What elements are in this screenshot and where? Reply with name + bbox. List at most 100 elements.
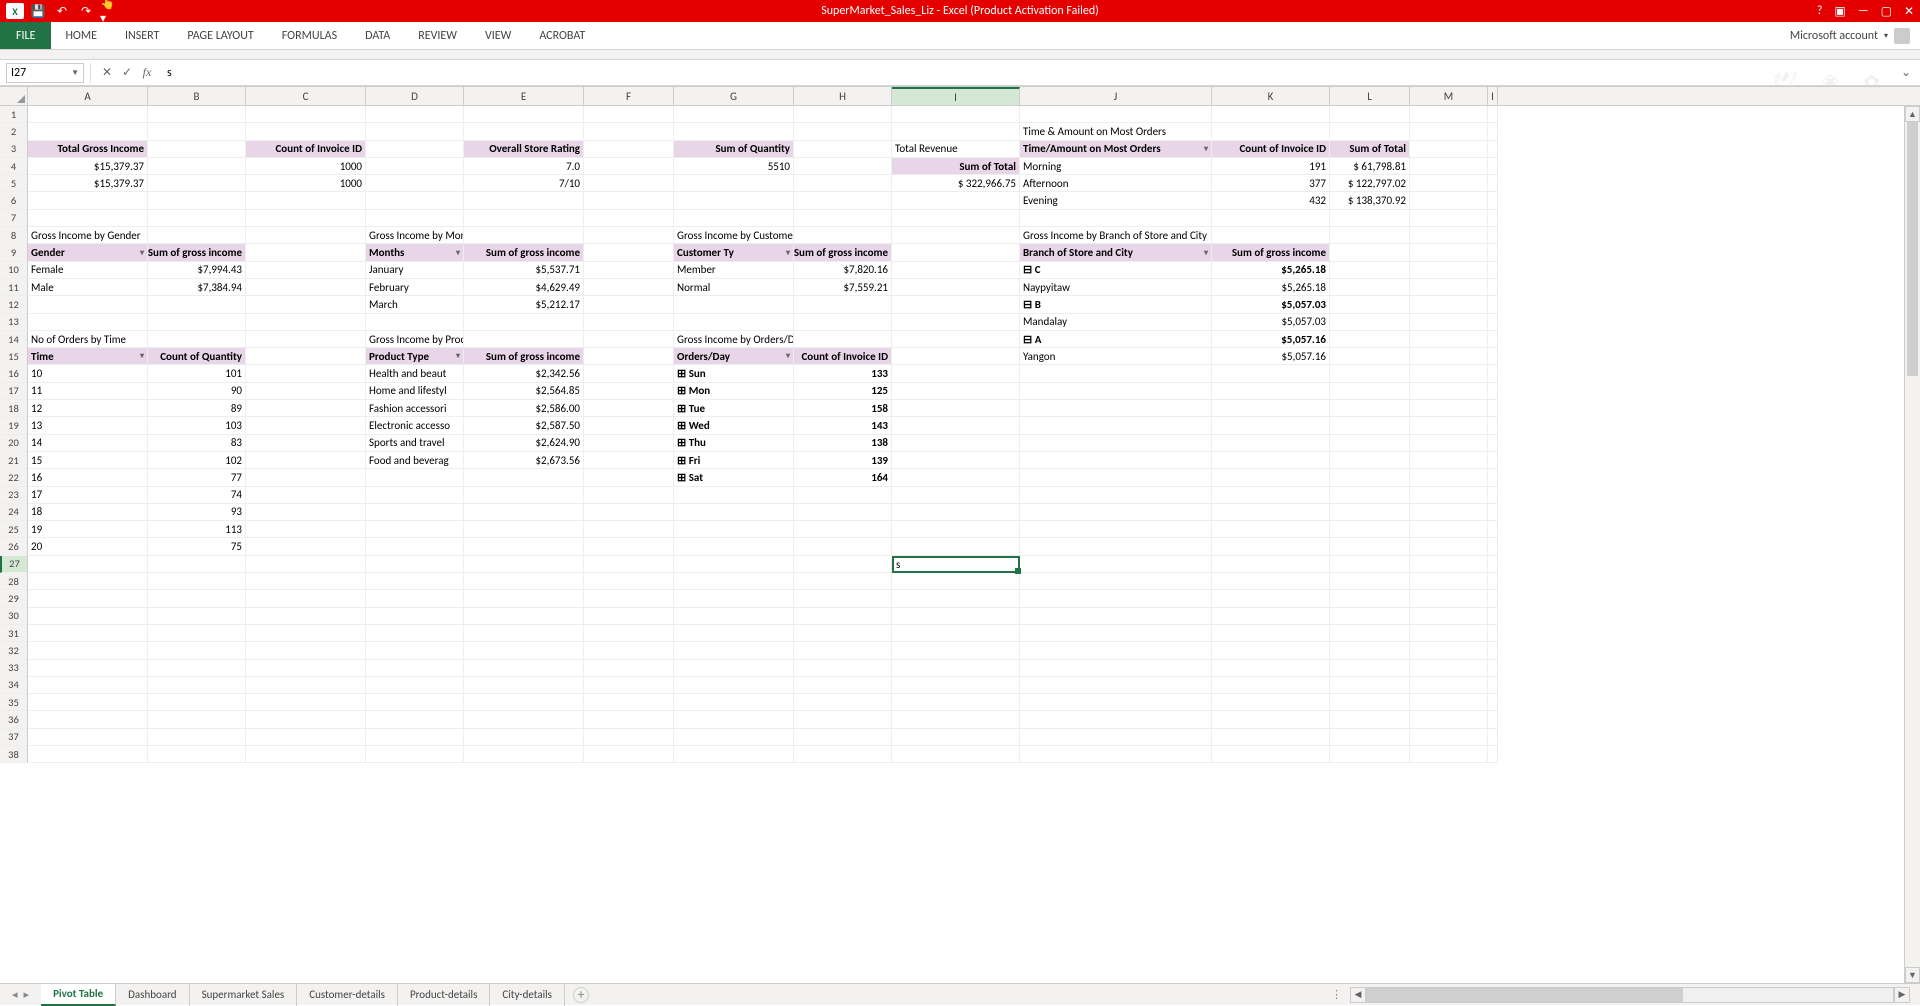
cell[interactable]: Health and beaut <box>366 365 464 382</box>
cell[interactable]: 7.0 <box>464 158 584 175</box>
cell[interactable]: Fashion accessori <box>366 400 464 417</box>
cell[interactable] <box>584 590 674 607</box>
tab-insert[interactable]: INSERT <box>111 22 173 49</box>
cell[interactable] <box>1488 279 1498 296</box>
cell[interactable] <box>1410 279 1488 296</box>
cell[interactable]: 10 <box>28 365 148 382</box>
cell[interactable]: Mandalay <box>1020 314 1212 331</box>
cell[interactable] <box>1330 331 1410 348</box>
cell[interactable]: Customer Ty▾ <box>674 244 794 261</box>
cell[interactable] <box>794 625 892 642</box>
cell[interactable]: No of Orders by Time <box>28 331 148 348</box>
cell[interactable] <box>28 296 148 313</box>
cell[interactable] <box>584 365 674 382</box>
cell[interactable] <box>892 746 1020 763</box>
cell[interactable] <box>28 314 148 331</box>
cell[interactable] <box>1020 694 1212 711</box>
cell[interactable] <box>674 538 794 555</box>
cell[interactable] <box>1330 677 1410 694</box>
cell[interactable] <box>246 487 366 504</box>
cell[interactable]: ⊞ Mon <box>674 383 794 400</box>
cell[interactable] <box>1020 711 1212 728</box>
row-header[interactable]: 26 <box>0 538 28 555</box>
cell[interactable] <box>584 400 674 417</box>
cell[interactable] <box>584 642 674 659</box>
cell[interactable] <box>892 729 1020 746</box>
cell[interactable]: 1000 <box>246 158 366 175</box>
cell[interactable] <box>246 469 366 486</box>
cell[interactable] <box>464 504 584 521</box>
cell[interactable]: $ 122,797.02 <box>1330 175 1410 192</box>
cell[interactable] <box>794 296 892 313</box>
cell[interactable]: Gross Income by Branch of Store and City <box>1020 227 1212 244</box>
cell[interactable] <box>794 538 892 555</box>
cell[interactable] <box>1488 694 1498 711</box>
cell[interactable]: Yangon <box>1020 348 1212 365</box>
col-header-M[interactable]: M <box>1410 87 1488 105</box>
cell[interactable]: ⊞ Wed <box>674 417 794 434</box>
cell[interactable] <box>1212 435 1330 452</box>
cell[interactable] <box>794 487 892 504</box>
filter-dropdown-icon[interactable]: ▾ <box>140 248 144 258</box>
cell[interactable]: Gross Income by Months <box>366 227 464 244</box>
row-header[interactable]: 20 <box>0 435 28 452</box>
row-header[interactable]: 35 <box>0 694 28 711</box>
cell[interactable]: 17 <box>28 487 148 504</box>
cell[interactable] <box>366 573 464 590</box>
cell[interactable] <box>28 556 148 573</box>
cell[interactable] <box>584 660 674 677</box>
cell[interactable]: $5,057.16 <box>1212 331 1330 348</box>
cell[interactable] <box>148 141 246 158</box>
cell[interactable] <box>148 106 246 123</box>
cell[interactable] <box>674 175 794 192</box>
cell[interactable] <box>1488 504 1498 521</box>
cell[interactable] <box>366 677 464 694</box>
row-header[interactable]: 4 <box>0 158 28 175</box>
cell[interactable] <box>366 729 464 746</box>
cell[interactable] <box>892 590 1020 607</box>
cell[interactable]: 158 <box>794 400 892 417</box>
col-header-L[interactable]: L <box>1330 87 1410 105</box>
cell[interactable] <box>28 210 148 227</box>
cell[interactable] <box>1212 625 1330 642</box>
cell[interactable] <box>1330 642 1410 659</box>
cell[interactable]: Sum of gross income <box>464 348 584 365</box>
cell[interactable] <box>246 210 366 227</box>
cell[interactable] <box>366 538 464 555</box>
cell[interactable] <box>1488 469 1498 486</box>
cell[interactable]: $2,564.85 <box>464 383 584 400</box>
cell[interactable] <box>1330 711 1410 728</box>
cell[interactable] <box>1330 227 1410 244</box>
cell[interactable] <box>1410 711 1488 728</box>
cell[interactable] <box>794 660 892 677</box>
filter-dropdown-icon[interactable]: ▾ <box>786 351 790 361</box>
filter-dropdown-icon[interactable]: ▾ <box>786 248 790 258</box>
cell[interactable] <box>148 331 246 348</box>
cell[interactable] <box>1020 660 1212 677</box>
sheet-tab-city[interactable]: City-details <box>490 984 565 1006</box>
cell[interactable] <box>1488 538 1498 555</box>
cell[interactable] <box>464 227 584 244</box>
cell[interactable]: $5,212.17 <box>464 296 584 313</box>
cell[interactable]: $2,624.90 <box>464 435 584 452</box>
cell[interactable] <box>892 625 1020 642</box>
cell[interactable]: Home and lifestyl <box>366 383 464 400</box>
cell[interactable] <box>246 521 366 538</box>
sheet-tab-dashboard[interactable]: Dashboard <box>116 984 189 1006</box>
cell[interactable] <box>1488 365 1498 382</box>
cell[interactable] <box>1488 348 1498 365</box>
scroll-right-icon[interactable]: ▶ <box>1894 987 1910 1003</box>
cell[interactable] <box>1212 383 1330 400</box>
cell[interactable] <box>584 729 674 746</box>
cell[interactable]: 93 <box>148 504 246 521</box>
cell[interactable] <box>148 227 246 244</box>
cell[interactable] <box>1410 608 1488 625</box>
cell[interactable] <box>1488 296 1498 313</box>
cell[interactable] <box>1330 400 1410 417</box>
col-header-C[interactable]: C <box>246 87 366 105</box>
cell[interactable] <box>464 521 584 538</box>
cell[interactable] <box>674 677 794 694</box>
cell[interactable]: January <box>366 262 464 279</box>
cell[interactable] <box>1212 660 1330 677</box>
cell[interactable] <box>1488 435 1498 452</box>
